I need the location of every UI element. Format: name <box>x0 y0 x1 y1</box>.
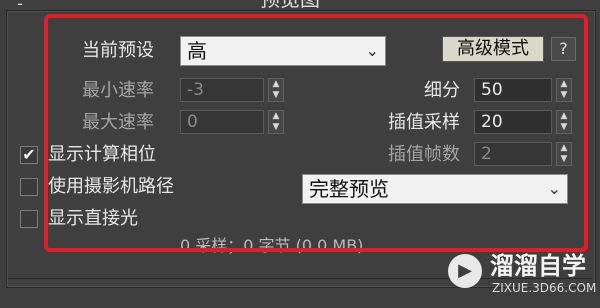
watermark-title: 溜溜自学 <box>490 252 586 280</box>
watermark-subtitle: ZIXUE.3D66.COM <box>492 281 597 295</box>
show-direct-light-checkbox[interactable] <box>20 210 38 228</box>
use-camera-path-checkbox[interactable] <box>20 178 38 196</box>
watermark-logo-icon: ▶ <box>448 254 482 288</box>
highlight-frame <box>44 14 588 252</box>
rollout-collapse-toggle[interactable]: - <box>10 0 30 16</box>
rollout-title: 预览图 <box>230 0 350 10</box>
check-icon: ✔ <box>22 145 36 164</box>
show-calc-phase-checkbox[interactable]: ✔ <box>20 146 38 164</box>
